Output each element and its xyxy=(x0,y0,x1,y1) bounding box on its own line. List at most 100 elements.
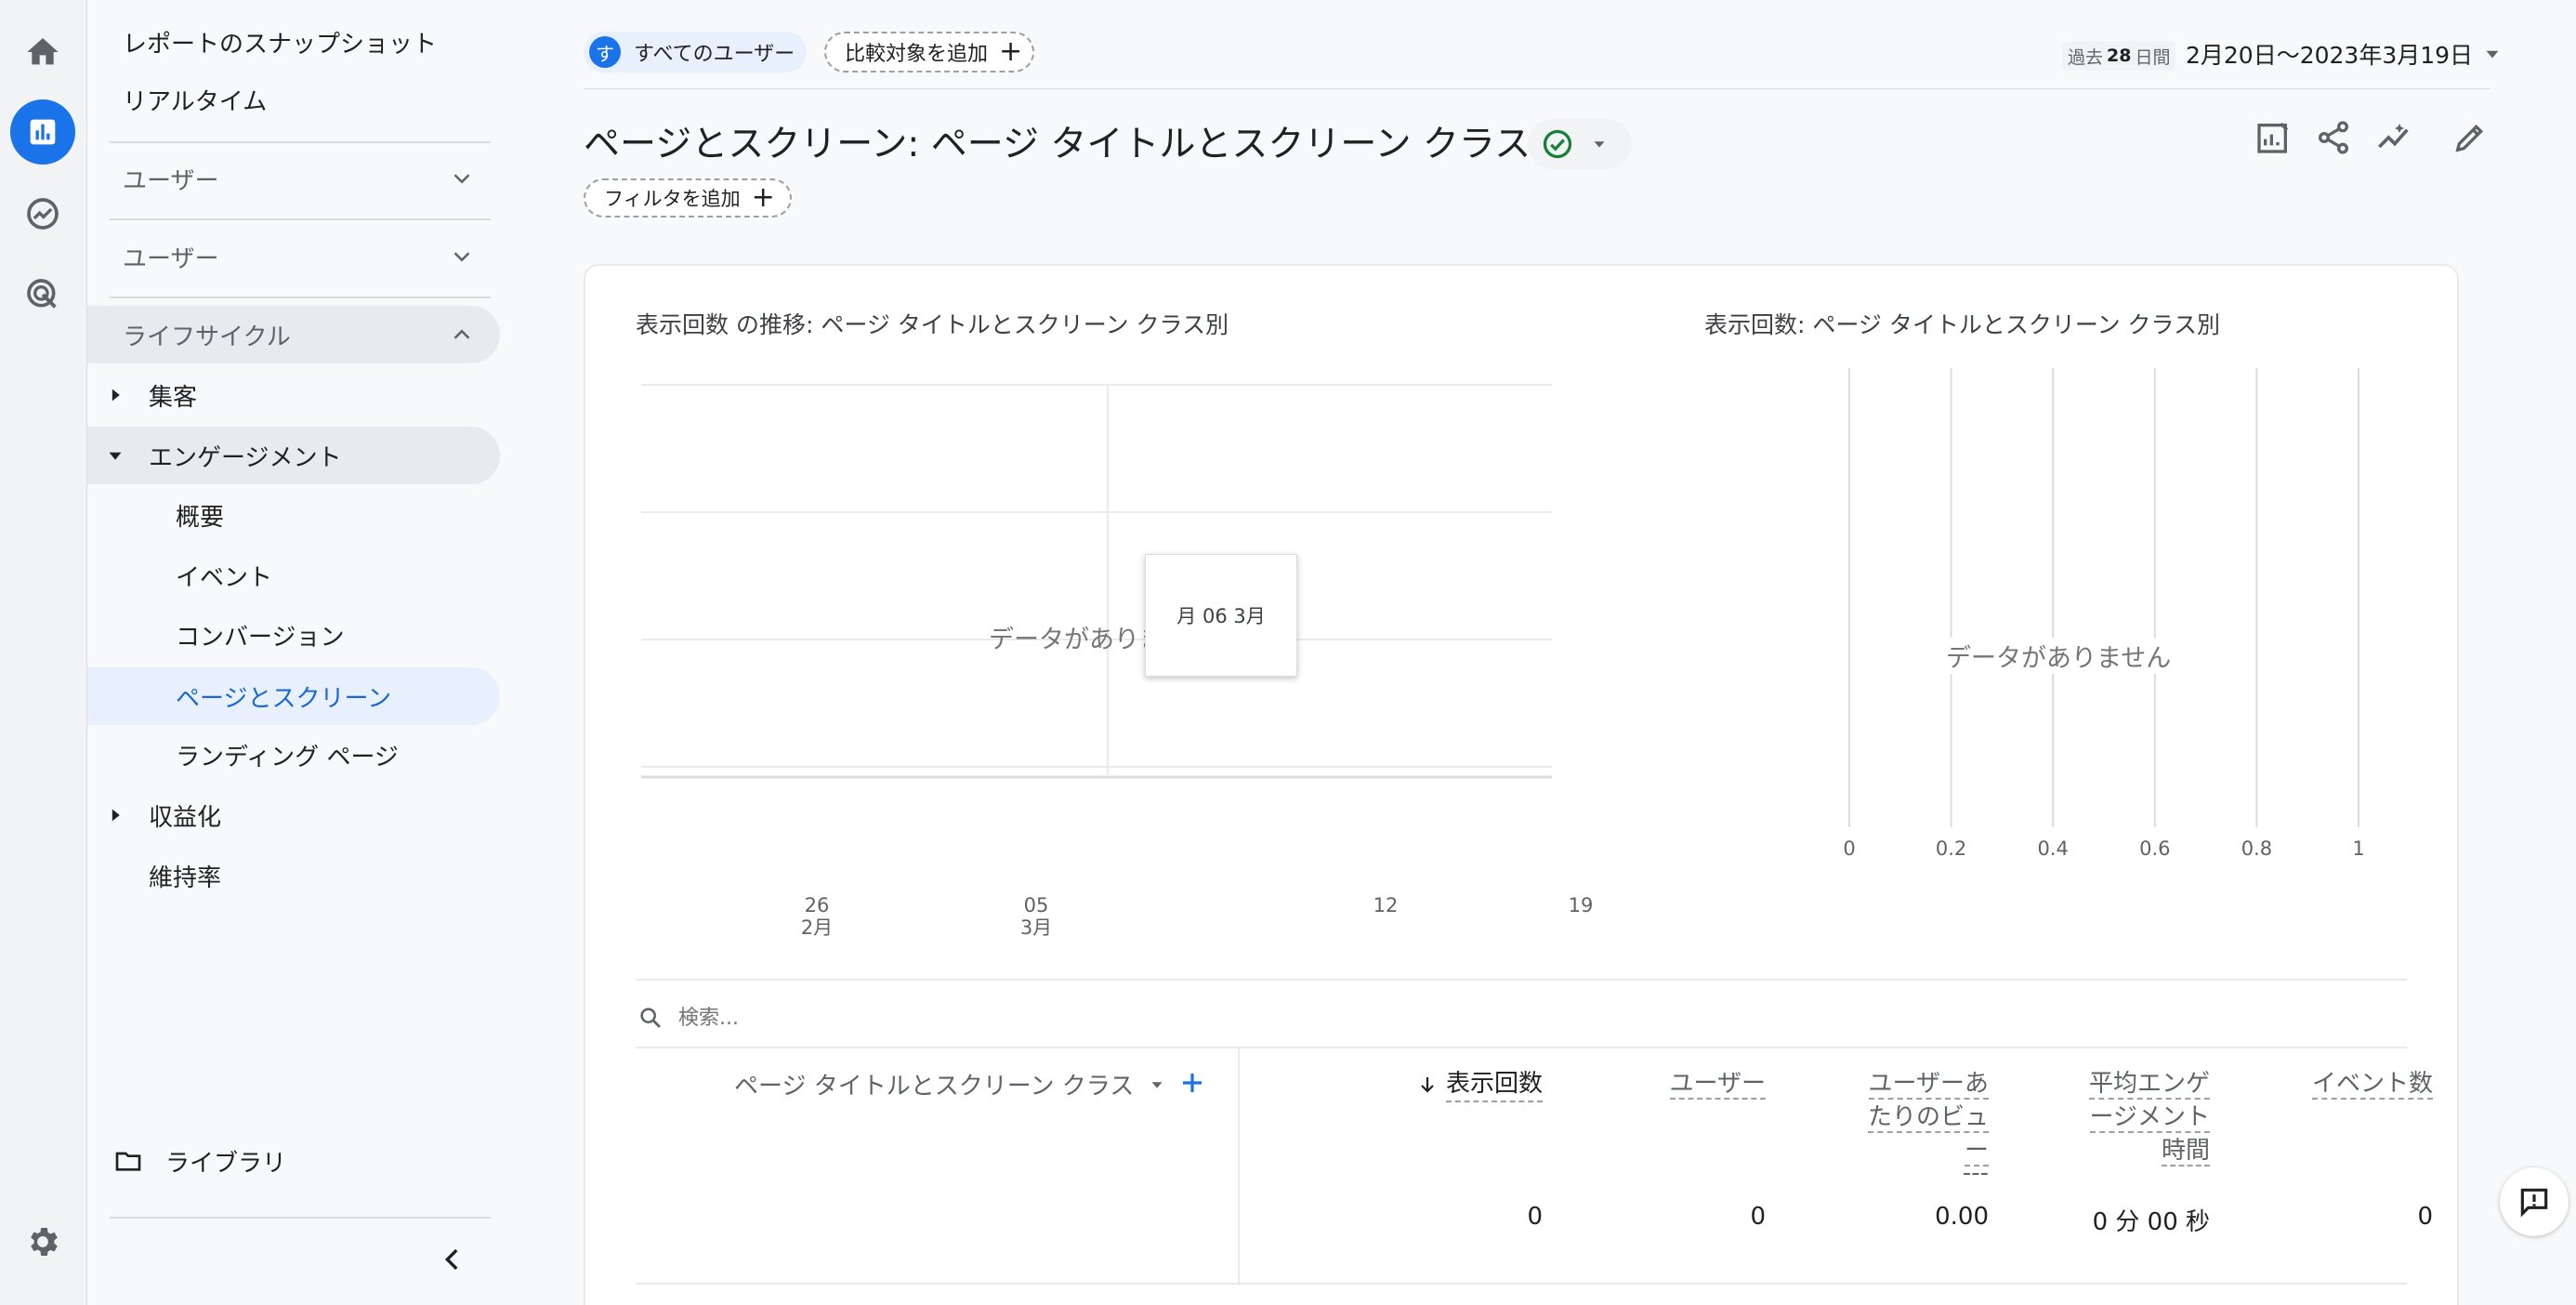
add-comparison-label: 比較対象を追加 xyxy=(845,43,989,66)
x-tick-label: 0.2 xyxy=(1936,837,1966,859)
x-tick-label: 0.6 xyxy=(2139,837,2170,859)
feedback-button[interactable] xyxy=(2500,1167,2569,1236)
explore-icon[interactable] xyxy=(10,181,75,246)
sidebar-group-user-2[interactable]: ユーザー xyxy=(87,228,500,285)
plus-icon: + xyxy=(999,35,1023,68)
users-header[interactable]: ユーザー xyxy=(1580,1067,1766,1101)
advertising-icon[interactable] xyxy=(10,262,75,327)
chart-tooltip: 月 06 3月 xyxy=(1145,554,1297,677)
search-input[interactable] xyxy=(678,1002,1794,1034)
date-unit: 日間 xyxy=(2135,46,2171,68)
page-title: ページとスクリーン: ページ タイトルとスクリーン クラス xyxy=(584,124,1531,165)
feedback-icon xyxy=(2520,1188,2548,1218)
line-chart xyxy=(641,384,1552,779)
date-days: 28 xyxy=(2107,46,2132,66)
segment-label: すべてのユーザー xyxy=(634,43,795,66)
x-tick-label: 0.8 xyxy=(2241,837,2272,859)
folder-icon xyxy=(115,1152,141,1171)
date-range-label: 過去 28 日間 xyxy=(2062,41,2176,71)
sidebar: レポートのスナップショット リアルタイム ユーザー ユーザー ライフサイクル 集… xyxy=(87,0,509,1305)
sidebar-item-pages-screens[interactable]: ページとスクリーン xyxy=(87,667,500,725)
line-chart-title: 表示回数 の推移: ページ タイトルとスクリーン クラス別 xyxy=(636,311,1229,338)
sidebar-item-label: 集客 xyxy=(149,383,198,412)
add-comparison-button[interactable]: 比較対象を追加 + xyxy=(824,32,1034,72)
views-per-user-header[interactable]: ユーザーあ たりのビュ ー --- xyxy=(1784,1067,1989,1185)
chevron-up-icon xyxy=(453,329,470,339)
dropdown-arrow-icon xyxy=(1594,141,1605,148)
sidebar-item-engagement[interactable]: エンゲージメント xyxy=(87,427,500,484)
events-header-label: イベント数 xyxy=(2311,1070,2433,1100)
divider xyxy=(110,218,491,220)
divider xyxy=(636,1047,2407,1048)
sidebar-item-label: ページとスクリーン xyxy=(176,684,392,713)
avatar: す xyxy=(589,36,621,68)
main-content: す すべてのユーザー 比較対象を追加 + 過去 28 日間 2月20日〜2023… xyxy=(509,0,2576,1305)
sidebar-item-label: イベント xyxy=(176,563,273,592)
dimension-header-label: ページ タイトルとスクリーン クラス xyxy=(734,1073,1135,1101)
sidebar-item-label: ランディング ページ xyxy=(176,743,399,771)
sidebar-item-label: リアルタイム xyxy=(123,87,268,116)
search-icon xyxy=(640,1008,661,1028)
sidebar-item-label: 収益化 xyxy=(149,803,222,832)
sidebar-item-snapshot[interactable]: レポートのスナップショット xyxy=(87,13,500,71)
x-tick-label: 1 xyxy=(2352,837,2364,859)
caret-right-icon xyxy=(112,389,120,402)
sidebar-group-label: ユーザー xyxy=(123,244,219,273)
sidebar-item-label: 維持率 xyxy=(149,863,222,892)
sidebar-item-acquisition[interactable]: 集客 xyxy=(87,366,500,424)
sidebar-item-events[interactable]: イベント xyxy=(87,547,500,604)
collapse-icon[interactable] xyxy=(437,1244,468,1275)
sidebar-item-monetization[interactable]: 収益化 xyxy=(87,786,500,844)
sidebar-item-label: ライブラリ xyxy=(165,1149,287,1178)
bar-chart: 0 0.2 0.4 0.6 0.8 1 xyxy=(1843,368,2365,859)
divider xyxy=(110,141,491,143)
sidebar-item-label: コンバージョン xyxy=(176,623,345,652)
add-filter-button[interactable]: フィルタを追加 + xyxy=(584,178,792,218)
segment-chip[interactable]: す すべてのユーザー xyxy=(584,32,807,72)
x-tick-label: 12 xyxy=(1373,894,1399,916)
sidebar-item-conversions[interactable]: コンバージョン xyxy=(87,606,500,664)
x-tick-label: 19 xyxy=(1568,894,1594,916)
share-icon[interactable] xyxy=(2315,119,2352,156)
sidebar-item-landing-page[interactable]: ランディング ページ xyxy=(87,726,500,784)
reports-icon[interactable] xyxy=(10,99,75,165)
report-status-button[interactable] xyxy=(1528,119,1632,169)
insights-icon[interactable] xyxy=(2375,119,2414,156)
x-tick-label: 0 xyxy=(1843,837,1855,859)
dropdown-arrow-icon xyxy=(1151,1081,1163,1088)
chevron-down-icon xyxy=(453,174,470,184)
date-prefix: 過去 xyxy=(2068,46,2104,68)
total-views: 0 xyxy=(1527,1203,1543,1231)
total-events: 0 xyxy=(2417,1203,2433,1231)
settings-icon[interactable] xyxy=(10,1209,75,1274)
sidebar-item-overview[interactable]: 概要 xyxy=(87,486,500,544)
divider xyxy=(110,297,491,298)
events-header[interactable]: イベント数 xyxy=(2230,1067,2433,1101)
sidebar-item-retention[interactable]: 維持率 xyxy=(87,847,500,904)
plus-icon: + xyxy=(751,181,775,214)
date-range-value: 2月20日〜2023年3月19日 xyxy=(2186,42,2474,69)
sidebar-group-user-1[interactable]: ユーザー xyxy=(87,150,500,207)
views-header[interactable]: 表示回数 xyxy=(1292,1067,1543,1102)
total-users: 0 xyxy=(1750,1203,1766,1231)
sidebar-group-lifecycle[interactable]: ライフサイクル xyxy=(87,306,500,363)
sidebar-group-label: ユーザー xyxy=(123,166,219,195)
customize-report-icon[interactable] xyxy=(2254,119,2292,156)
bar-chart-empty-message: データがありません xyxy=(1942,638,2175,674)
sidebar-item-realtime[interactable]: リアルタイム xyxy=(87,71,500,128)
column-divider xyxy=(1238,1048,1240,1285)
edit-icon[interactable] xyxy=(2451,119,2489,156)
add-dimension-icon[interactable] xyxy=(1178,1069,1206,1097)
avg-engagement-header[interactable]: 平均エンゲ ージメント 時間 xyxy=(2007,1067,2210,1167)
add-filter-label: フィルタを追加 xyxy=(604,188,741,210)
report-card: 表示回数 の推移: ページ タイトルとスクリーン クラス別 26 2月 05 3月 … xyxy=(584,264,2459,1305)
users-header-label: ユーザー xyxy=(1669,1070,1766,1100)
caret-right-icon xyxy=(112,809,120,822)
date-range-picker[interactable]: 2月20日〜2023年3月19日 xyxy=(2186,37,2504,71)
header-divider xyxy=(584,88,2491,89)
total-views-per-user: 0.00 xyxy=(1935,1203,1989,1231)
home-icon[interactable] xyxy=(10,20,75,85)
dimension-header[interactable]: ページ タイトルとスクリーン クラス xyxy=(734,1067,1167,1101)
sidebar-group-label: ライフサイクル xyxy=(123,323,291,351)
sidebar-item-library[interactable]: ライブラリ xyxy=(87,1132,500,1190)
